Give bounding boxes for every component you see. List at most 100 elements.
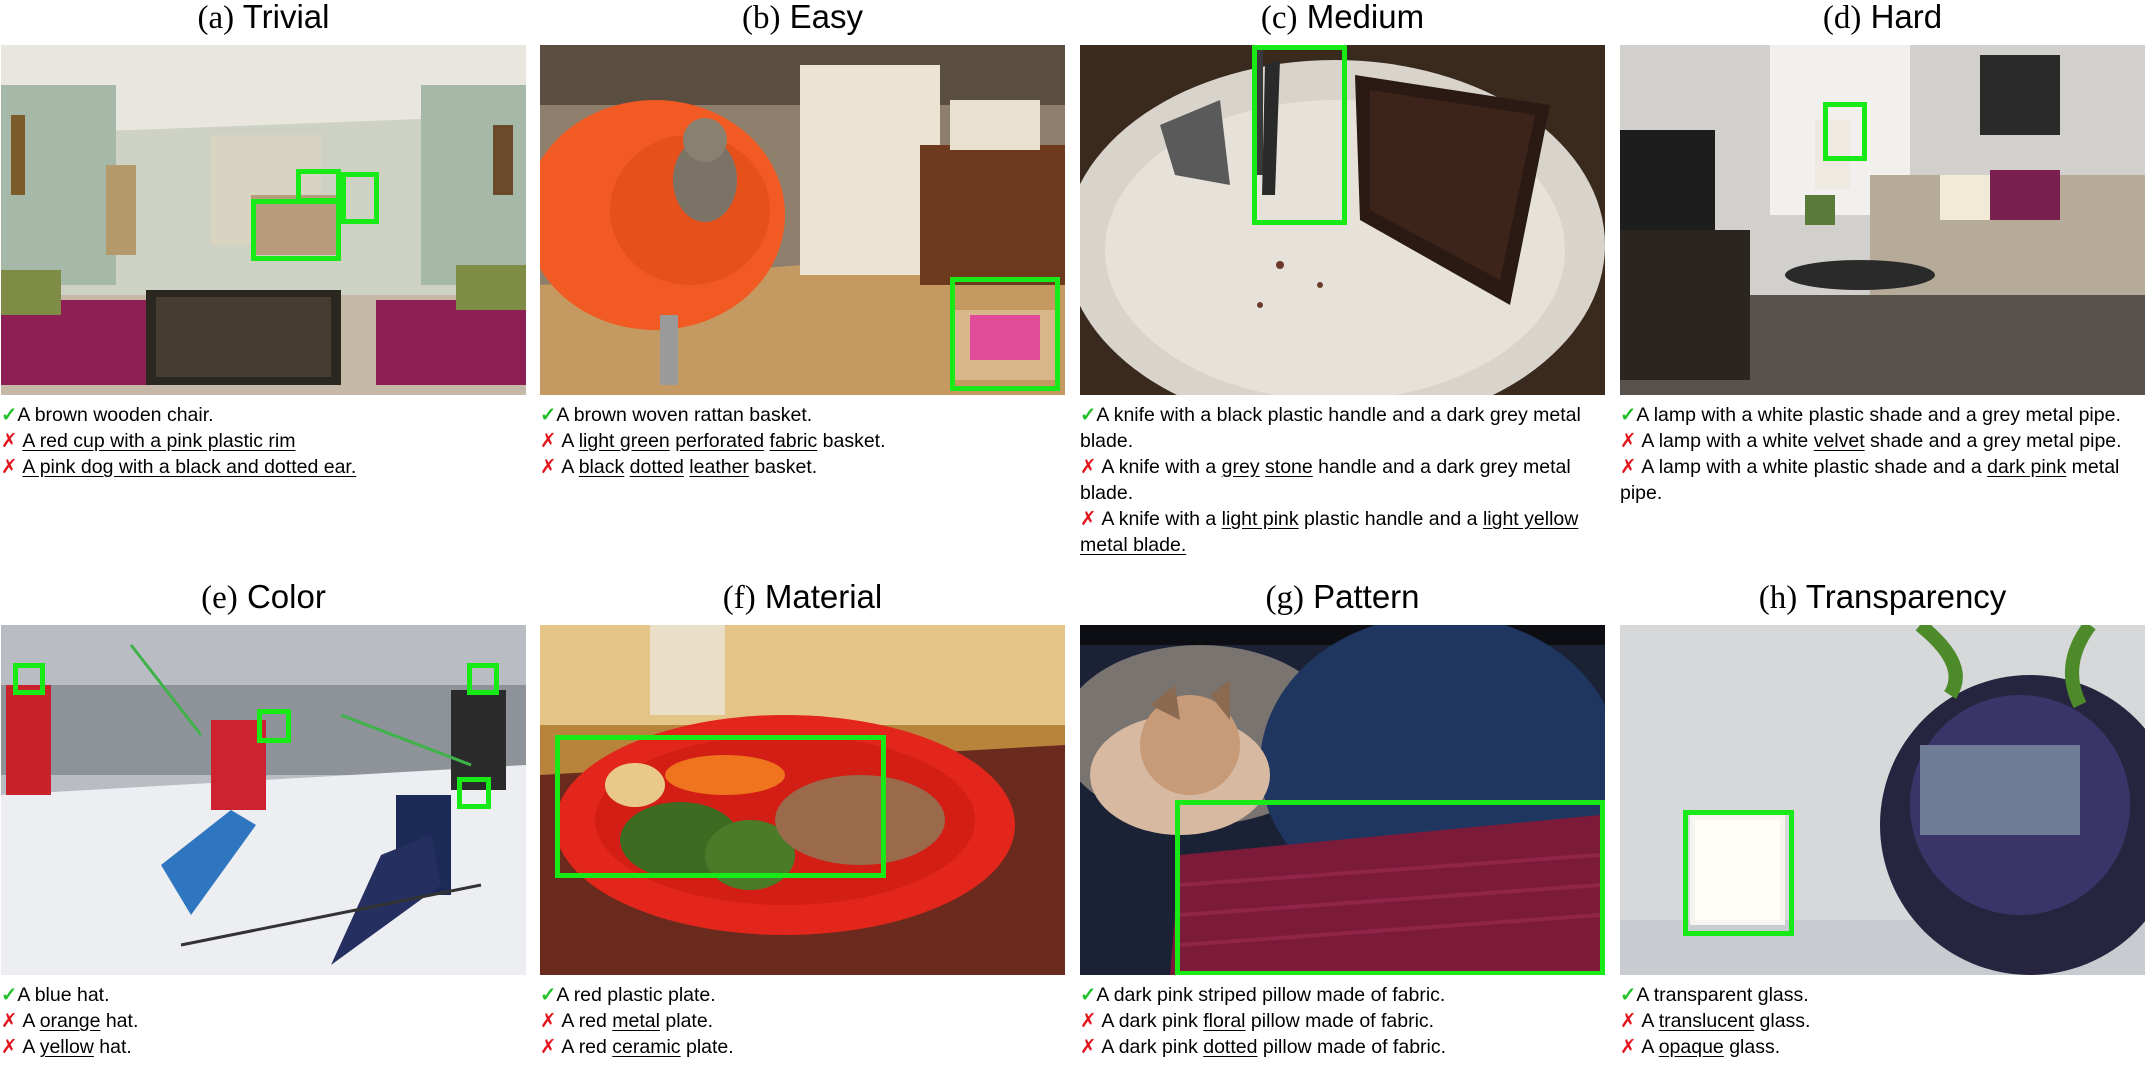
caption-text: pillow made of fabric. (1257, 1036, 1447, 1058)
caption: ✗ A dark pink floral pillow made of fabri… (1080, 1008, 1620, 1034)
caption-text: A brown woven rattan basket. (556, 404, 813, 426)
panel-name: Transparency (1805, 578, 2007, 615)
panel-title: (c) Medium (1080, 0, 1605, 35)
caption-underlined-text: yellow (39, 1036, 94, 1058)
panel-name: Hard (1870, 0, 1943, 35)
caption-text: A red plastic plate. (556, 984, 716, 1006)
caption: ✓A blue hat. (1, 982, 541, 1008)
caption-text: A blue hat. (17, 984, 110, 1006)
caption-underlined-text: black (578, 456, 625, 478)
caption: ✗ A red cup with a pink plastic rim (1, 428, 541, 454)
caption-text: glass. (1723, 1036, 1781, 1058)
caption-list: ✓A knife with a black plastic handle and… (1080, 402, 1620, 558)
panel-name: Material (764, 578, 883, 615)
caption-text: pillow made of fabric. (1245, 1010, 1435, 1032)
caption: ✗ A knife with a light pink plastic handl… (1080, 506, 1620, 558)
caption: ✗ A orange hat. (1, 1008, 541, 1034)
caption-underlined-text: A pink dog with a black and dotted ear. (22, 456, 357, 478)
caption: ✗ A translucent glass. (1620, 1008, 2146, 1034)
caption-text: A brown wooden chair. (17, 404, 214, 426)
caption-underlined-text: translucent (1658, 1010, 1755, 1032)
caption-underlined-text: ceramic (612, 1036, 681, 1058)
panel-label: (h) (1758, 580, 1798, 616)
cross-mark-icon: ✗ (1, 456, 18, 478)
caption-text: shade and a grey metal pipe. (1864, 430, 2122, 452)
caption-text: A red (561, 1036, 613, 1058)
caption: ✗ A black dotted leather basket. (540, 454, 1080, 480)
caption-underlined-text: floral (1203, 1010, 1246, 1032)
caption-text: A (1641, 1010, 1659, 1032)
panel-title: (h) Transparency (1620, 578, 2145, 616)
caption-underlined-text: perforated (675, 430, 765, 452)
caption-text: A dark pink (1101, 1036, 1204, 1058)
panel-title: (f) Material (540, 578, 1065, 616)
check-mark-icon: ✓ (540, 984, 557, 1006)
caption-underlined-text: metal (612, 1010, 660, 1032)
caption: ✗ A lamp with a white velvet shade and a … (1620, 428, 2146, 454)
caption: ✗ A lamp with a white plastic shade and a… (1620, 454, 2146, 506)
bbox-hat-2 (257, 709, 291, 743)
caption: ✗ A yellow hat. (1, 1034, 541, 1060)
photo-living-room (1, 45, 526, 395)
caption-text: A (561, 430, 579, 452)
caption-underlined-text: velvet (1813, 430, 1865, 452)
caption-text: A dark pink striped pillow made of fabri… (1096, 984, 1446, 1006)
caption-text: basket. (748, 456, 818, 478)
cross-mark-icon: ✗ (1080, 456, 1097, 478)
caption-text: plate. (659, 1010, 714, 1032)
photo-cat-chair (540, 45, 1065, 395)
caption-underlined-text: stone (1265, 456, 1313, 478)
bbox-hat-4 (457, 777, 491, 809)
panel-name: Pattern (1313, 578, 1420, 615)
caption-text: A knife with a (1101, 508, 1222, 530)
cross-mark-icon: ✗ (540, 1010, 557, 1032)
caption: ✗ A red ceramic plate. (540, 1034, 1080, 1060)
panel-label: (g) (1265, 580, 1304, 616)
panel-name: Trivial (242, 0, 330, 35)
bbox-chair-3 (341, 172, 379, 224)
panel-title: (b) Easy (540, 0, 1065, 35)
cross-mark-icon: ✗ (540, 456, 557, 478)
caption-text: A (561, 456, 579, 478)
caption-underlined-text: opaque (1658, 1036, 1724, 1058)
bbox-knife (1252, 45, 1347, 225)
caption-text: A (1641, 1036, 1659, 1058)
panel-label: (e) (201, 580, 238, 616)
caption: ✗ A light green perforated fabric basket. (540, 428, 1080, 454)
caption-underlined-text: metal blade. (1080, 534, 1187, 556)
caption-text: plate. (680, 1036, 734, 1058)
caption-list: ✓A brown woven rattan basket. ✗ A light gr… (540, 402, 1080, 480)
caption: ✓A brown woven rattan basket. (540, 402, 1080, 428)
caption-text: basket. (817, 430, 886, 452)
caption-underlined-text: dotted (629, 456, 684, 478)
panel-title: (e) Color (1, 580, 526, 616)
caption: ✓A dark pink striped pillow made of fabr… (1080, 982, 1620, 1008)
caption-underlined-text: light pink (1221, 508, 1299, 530)
cross-mark-icon: ✗ (1, 1036, 18, 1058)
caption-text: A red (561, 1010, 613, 1032)
caption: ✓A brown wooden chair. (1, 402, 541, 428)
caption-underlined-text: leather (689, 456, 749, 478)
caption-underlined-text: A red cup with a pink plastic rim (22, 430, 296, 452)
check-mark-icon: ✓ (1, 984, 18, 1006)
caption: ✓A transparent glass. (1620, 982, 2146, 1008)
panel-label: (d) (1822, 0, 1862, 36)
caption-underlined-text: light green (578, 430, 670, 452)
bbox-basket (950, 277, 1060, 391)
caption-text: glass. (1754, 1010, 1811, 1032)
bbox-lamp (1823, 102, 1867, 161)
check-mark-icon: ✓ (540, 404, 557, 426)
caption-underlined-text: light yellow (1482, 508, 1579, 530)
caption-text: A (22, 1010, 40, 1032)
cross-mark-icon: ✗ (1620, 456, 1637, 478)
caption-underlined-text: fabric (769, 430, 818, 452)
caption-text: A knife with a (1101, 456, 1222, 478)
cross-mark-icon: ✗ (1, 430, 18, 452)
caption: ✓A red plastic plate. (540, 982, 1080, 1008)
check-mark-icon: ✓ (1620, 404, 1637, 426)
caption-text: A knife with a black plastic handle and … (1080, 404, 1581, 452)
bbox-pillow (1175, 800, 1605, 975)
panel-title: (d) Hard (1620, 0, 2145, 35)
cross-mark-icon: ✗ (1080, 1036, 1097, 1058)
lounge-illustration (1620, 45, 2145, 395)
